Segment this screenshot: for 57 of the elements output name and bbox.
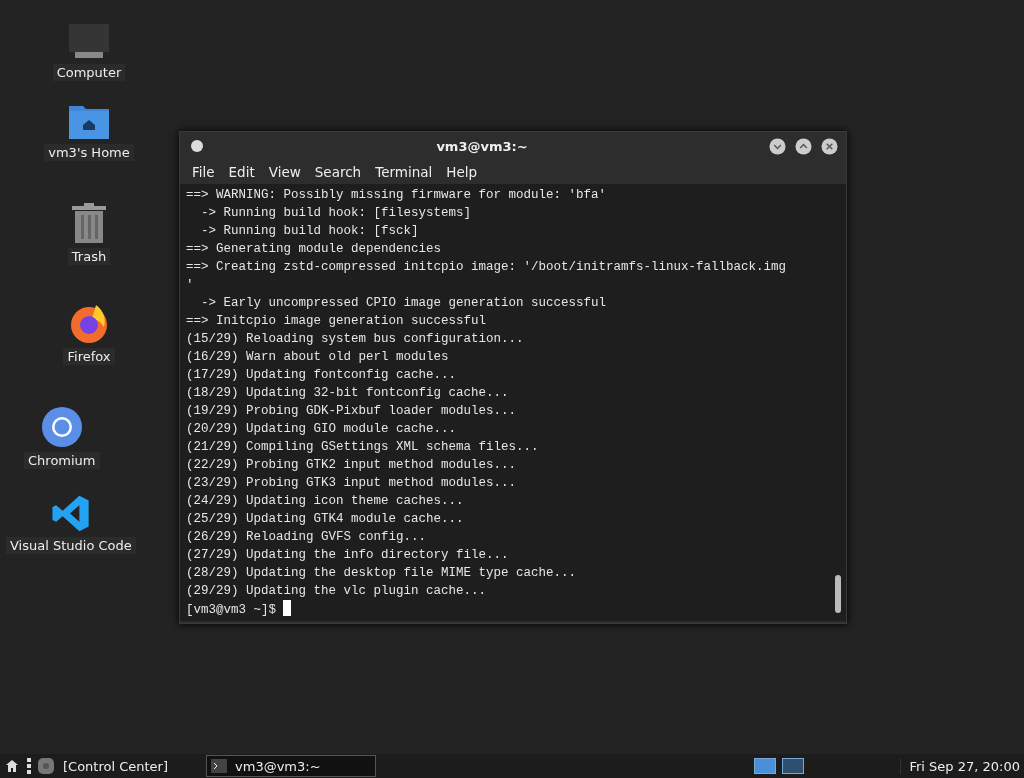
terminal-line: (21/29) Compiling GSettings XML schema files... bbox=[186, 439, 540, 456]
taskbar-launcher[interactable]: [Control Center] bbox=[63, 758, 169, 774]
window-menu-icon[interactable] bbox=[190, 139, 204, 154]
terminal-line: (26/29) Reloading GVFS config... bbox=[186, 529, 428, 546]
clock: Fri Sep 27, 20:00 bbox=[900, 758, 1020, 774]
terminal-line: (28/29) Updating the desktop file MIME type cache... bbox=[186, 565, 578, 582]
terminal-line: -> Running build hook: [filesystems] bbox=[200, 205, 473, 222]
firefox-icon[interactable] bbox=[68, 302, 110, 344]
code-editor-icon[interactable] bbox=[49, 494, 92, 533]
icon-label: Trash bbox=[67, 248, 111, 265]
terminal-line: ==> Creating zstd-compressed initcpio image: '/boot/initramfs-linux-fallback.img bbox=[186, 259, 788, 276]
close-icon[interactable] bbox=[821, 137, 838, 155]
minimize-icon[interactable] bbox=[769, 137, 786, 155]
terminal-line: (25/29) Updating GTK4 module cache... bbox=[186, 511, 465, 528]
terminal-line: (23/29) Probing GTK3 input method modules... bbox=[186, 475, 518, 492]
terminal-icon bbox=[211, 759, 228, 773]
icon-label: Chromium bbox=[24, 452, 100, 469]
maximize-icon[interactable] bbox=[795, 137, 812, 155]
menu-item[interactable]: Help bbox=[440, 164, 484, 181]
terminal-line: (17/29) Updating fontconfig cache... bbox=[186, 367, 458, 384]
menu-item[interactable]: File bbox=[186, 164, 221, 181]
icon-label: Computer bbox=[52, 64, 126, 81]
terminal-line: (27/29) Updating the info directory file... bbox=[186, 547, 510, 564]
icon-label: vm3's Home bbox=[44, 144, 134, 161]
terminal-line: (15/29) Reloading system bus configuration... bbox=[186, 331, 525, 348]
terminal-line: (18/29) Updating 32-bit fontconfig cache... bbox=[186, 385, 510, 402]
scrollbar-thumb[interactable] bbox=[835, 575, 841, 613]
terminal-line: (29/29) Updating the vlc plugin cache... bbox=[186, 583, 488, 600]
terminal-line: ==> Generating module dependencies bbox=[186, 241, 443, 258]
menu-item[interactable]: Edit bbox=[222, 164, 261, 181]
terminal-line: -> Running build hook: [fsck] bbox=[200, 223, 420, 240]
terminal-line: ==> WARNING: Possibly missing firmware for module: 'bfa' bbox=[186, 187, 608, 204]
terminal-line: ' bbox=[186, 277, 195, 294]
chromium-icon[interactable] bbox=[40, 406, 83, 448]
menu-item[interactable]: Search bbox=[308, 164, 368, 181]
icon-label: Visual Studio Code bbox=[6, 537, 136, 554]
terminal-line: ==> Initcpio image generation successful bbox=[186, 313, 488, 330]
icon-label: Firefox bbox=[63, 348, 115, 365]
terminal-line: (19/29) Probing GDK-Pixbuf loader modules... bbox=[186, 403, 518, 420]
terminal-line: (22/29) Probing GTK2 input method modules... bbox=[186, 457, 518, 474]
menu-grid-icon[interactable] bbox=[5, 759, 19, 773]
text-cursor bbox=[283, 600, 291, 616]
window-title: vm3@vm3:~ bbox=[435, 138, 529, 154]
terminal-line: (16/29) Warn about old perl modules bbox=[186, 349, 450, 366]
terminal-line: (20/29) Updating GIO module cache... bbox=[186, 421, 458, 438]
monitor-icon[interactable] bbox=[67, 22, 111, 60]
gear-icon[interactable] bbox=[37, 757, 55, 775]
workspace-button[interactable] bbox=[754, 758, 777, 774]
terminal-line: -> Early uncompressed CPIO image generation successful bbox=[200, 295, 608, 312]
workspace-button[interactable] bbox=[782, 758, 805, 774]
trash-icon[interactable] bbox=[71, 202, 107, 244]
taskbar-task[interactable]: vm3@vm3:~ bbox=[206, 755, 377, 777]
menu-item[interactable]: View bbox=[262, 164, 307, 181]
shell-prompt: [vm3@vm3 ~]$ bbox=[186, 603, 276, 617]
terminal-line: (24/29) Updating icon theme caches... bbox=[186, 493, 465, 510]
menu-item[interactable]: Terminal bbox=[369, 164, 439, 181]
kebab-icon[interactable] bbox=[27, 758, 31, 774]
